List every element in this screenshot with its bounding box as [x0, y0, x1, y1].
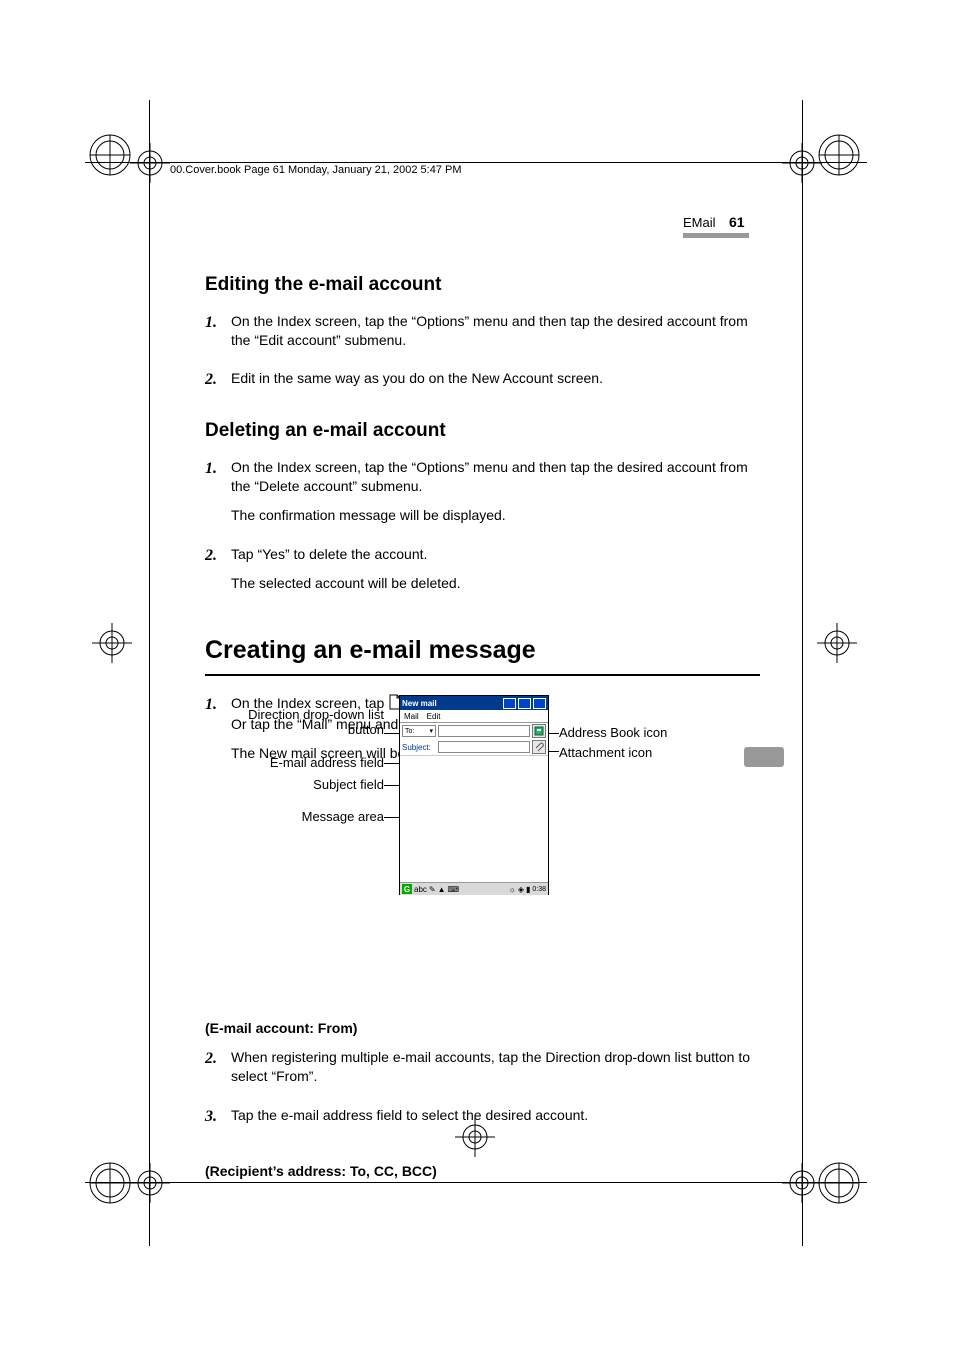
titlebar-button-icon[interactable] [533, 698, 546, 709]
corner-ornament-icon [88, 1161, 132, 1205]
registration-mark-icon [130, 143, 170, 183]
heading-creating-message: Creating an e-mail message [205, 634, 760, 668]
callout-message-area: Message area [244, 809, 384, 824]
registration-mark-icon [130, 1163, 170, 1203]
step: 1. On the Index screen, tap the “Options… [205, 458, 760, 535]
heading-deleting-account: Deleting an e-mail account [205, 418, 760, 444]
registration-mark-icon [782, 1163, 822, 1203]
address-book-button[interactable] [532, 724, 546, 738]
taskbar-status-icon: ☼ [508, 885, 515, 894]
page-number: 61 [729, 214, 745, 230]
callout-direction-dropdown: Direction drop-down list button [244, 707, 384, 737]
pda-screen: New mail Mail Edit To: ▾ [399, 695, 549, 895]
chapter-label: EMail [683, 215, 716, 230]
pda-to-row: To: ▾ [400, 723, 548, 739]
menu-mail[interactable]: Mail [404, 712, 419, 721]
registration-mark-icon [92, 623, 132, 663]
step-text: Tap the e-mail address field to select t… [231, 1106, 760, 1125]
leader-line [384, 733, 400, 734]
leader-line [384, 817, 400, 818]
taskbar-g-icon[interactable]: G [402, 884, 412, 894]
callout-address-book-icon: Address Book icon [559, 725, 719, 740]
leader-line [384, 785, 400, 786]
subheading-from: (E-mail account: From) [205, 1019, 760, 1038]
subheading-recipient: (Recipient’s address: To, CC, BCC) [205, 1162, 760, 1181]
new-mail-diagram: Direction drop-down list button E-mail a… [244, 695, 724, 905]
leader-line [384, 763, 400, 764]
pda-title: New mail [402, 699, 437, 708]
corner-ornament-icon [817, 133, 861, 177]
attachment-button[interactable] [532, 740, 546, 754]
step: 3. Tap the e-mail address field to selec… [205, 1106, 760, 1135]
step-text: Edit in the same way as you do on the Ne… [231, 369, 760, 388]
step-number: 2. [205, 369, 231, 391]
page: 00.Cover.book Page 61 Monday, January 21… [0, 0, 954, 1351]
taskbar-clock: 0:38 [532, 886, 546, 893]
taskbar-status-icon: ◈ [518, 885, 524, 894]
heading-rule [205, 674, 760, 676]
menu-edit[interactable]: Edit [427, 712, 441, 721]
step-number: 1. [205, 458, 231, 480]
message-area[interactable] [400, 755, 548, 882]
email-address-field[interactable] [438, 725, 530, 737]
step-number: 2. [205, 1048, 231, 1070]
titlebar-button-icon[interactable] [503, 698, 516, 709]
pda-titlebar: New mail [400, 696, 548, 710]
step: 2. When registering multiple e-mail acco… [205, 1048, 760, 1096]
leader-line [549, 751, 559, 752]
taskbar-battery-icon: ▮ [526, 885, 530, 894]
pda-titlebar-buttons [503, 698, 546, 709]
crop-line-left [149, 100, 150, 1246]
callout-attachment-icon: Attachment icon [559, 745, 719, 760]
taskbar-keyboard-icon[interactable]: ⌨ [448, 885, 460, 894]
corner-ornament-icon [88, 133, 132, 177]
step: 1. On the Index screen, tap the “Options… [205, 312, 760, 360]
corner-ornament-icon [817, 1161, 861, 1205]
callout-subject-field: Subject field [244, 777, 384, 792]
attachment-icon [534, 742, 544, 752]
chevron-down-icon: ▾ [429, 727, 433, 735]
taskbar-pen-icon[interactable]: ✎ [429, 885, 436, 894]
step-number: 1. [205, 312, 231, 334]
direction-dropdown[interactable]: To: ▾ [402, 725, 436, 737]
step-result: The confirmation message will be display… [231, 506, 760, 525]
taskbar-icon[interactable]: abc [414, 885, 427, 894]
step-text: On the Index screen, tap the “Options” m… [231, 312, 760, 350]
heading-editing-account: Editing the e-mail account [205, 272, 760, 298]
pda-subject-row: Subject: [400, 739, 548, 755]
step-result: The selected account will be deleted. [231, 574, 760, 593]
crop-line-right [802, 100, 803, 1246]
step-number: 2. [205, 545, 231, 567]
header-underline [683, 233, 749, 238]
registration-mark-icon [817, 623, 857, 663]
step-text: On the Index screen, tap the “Options” m… [231, 458, 760, 496]
registration-mark-icon [782, 143, 822, 183]
direction-dropdown-label: To: [405, 728, 414, 735]
step-number: 1. [205, 694, 231, 716]
callout-email-field: E-mail address field [244, 755, 384, 770]
step: 2. Edit in the same way as you do on the… [205, 369, 760, 398]
subject-label: Subject: [402, 743, 436, 752]
pda-taskbar: G abc ✎ ▲ ⌨ ☼ ◈ ▮ 0:38 [400, 882, 548, 895]
subject-field[interactable] [438, 741, 530, 753]
taskbar-up-icon[interactable]: ▲ [438, 885, 446, 894]
titlebar-button-icon[interactable] [518, 698, 531, 709]
running-header: 00.Cover.book Page 61 Monday, January 21… [170, 164, 462, 176]
step: 2. Tap “Yes” to delete the account. The … [205, 545, 760, 603]
pda-menubar: Mail Edit [400, 710, 548, 723]
step-number: 3. [205, 1106, 231, 1128]
step-text: Tap “Yes” to delete the account. [231, 545, 760, 564]
leader-line [549, 733, 559, 734]
step-text: When registering multiple e-mail account… [231, 1048, 760, 1086]
crop-line-top [85, 162, 867, 163]
address-book-icon [534, 726, 544, 736]
